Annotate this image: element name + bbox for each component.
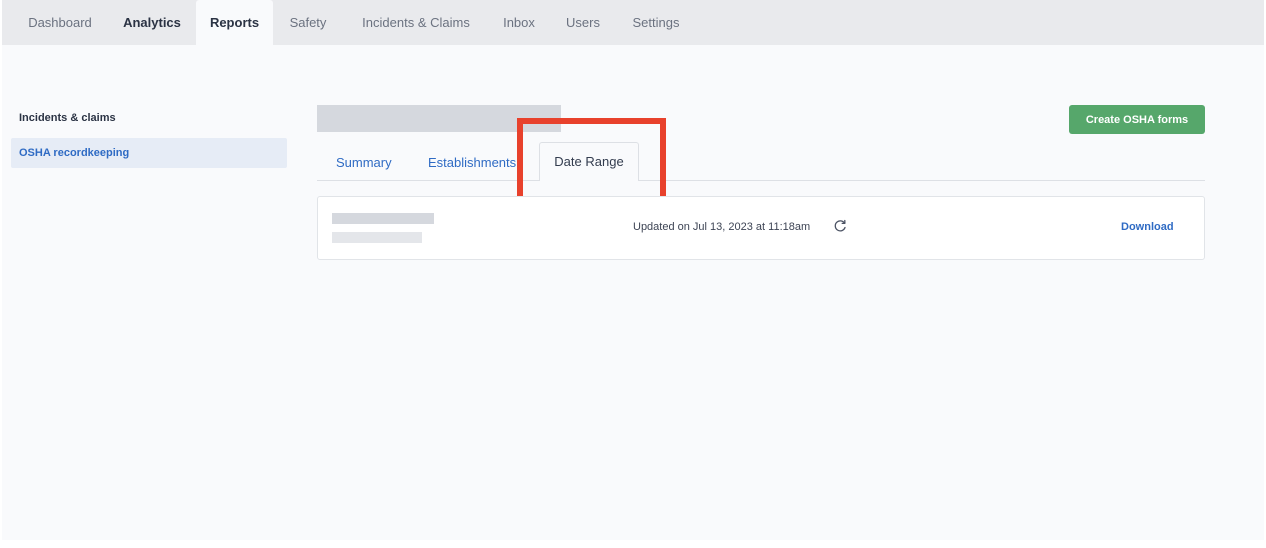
nav-tab-analytics[interactable]: Analytics <box>111 0 193 45</box>
report-name-placeholder <box>332 213 434 224</box>
tab-establishments[interactable]: Establishments <box>428 145 516 180</box>
page-title-placeholder <box>317 105 561 132</box>
app-window: Dashboard Analytics Reports Safety Incid… <box>2 0 1264 540</box>
nav-tab-users[interactable]: Users <box>555 0 611 45</box>
tab-summary[interactable]: Summary <box>336 145 392 180</box>
nav-tab-safety[interactable]: Safety <box>278 0 338 45</box>
top-navigation: Dashboard Analytics Reports Safety Incid… <box>2 0 1264 45</box>
updated-timestamp: Updated on Jul 13, 2023 at 11:18am <box>633 221 811 233</box>
sidebar-heading: Incidents & claims <box>19 112 116 124</box>
nav-tab-reports[interactable]: Reports <box>196 0 273 45</box>
nav-tab-inbox[interactable]: Inbox <box>492 0 546 45</box>
download-link[interactable]: Download <box>1121 221 1174 233</box>
nav-tab-settings[interactable]: Settings <box>620 0 692 45</box>
sidebar-item-osha-recordkeeping[interactable]: OSHA recordkeeping <box>11 138 287 168</box>
refresh-icon[interactable] <box>832 218 848 234</box>
report-row: Updated on Jul 13, 2023 at 11:18am Downl… <box>317 196 1205 260</box>
report-detail-placeholder <box>332 232 422 243</box>
create-osha-forms-button[interactable]: Create OSHA forms <box>1069 105 1205 134</box>
nav-tab-dashboard[interactable]: Dashboard <box>13 0 107 45</box>
tabs-divider <box>317 180 1205 181</box>
nav-tab-incidents-claims[interactable]: Incidents & Claims <box>348 0 484 45</box>
tab-date-range[interactable]: Date Range <box>539 142 639 181</box>
